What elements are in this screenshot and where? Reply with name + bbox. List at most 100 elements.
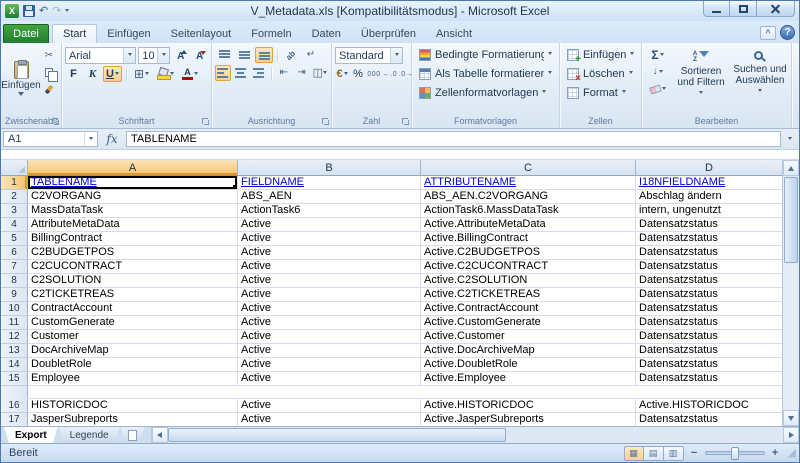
row-header-17[interactable]: 17 (1, 413, 28, 426)
cell-B1[interactable]: FIELDNAME (238, 176, 421, 190)
horizontal-scrollbar-thumb[interactable] (168, 428, 506, 442)
cut-button[interactable]: ✂ (39, 48, 59, 63)
cell-B17[interactable]: Active (238, 413, 421, 426)
vertical-scrollbar-thumb[interactable] (784, 177, 798, 263)
cell-A12[interactable]: Customer (28, 330, 238, 344)
cell-B9[interactable]: Active (238, 288, 421, 302)
cell-A3[interactable]: MassDataTask (28, 204, 238, 218)
cell-A15[interactable]: Employee (28, 372, 238, 386)
row-header-15[interactable]: 15 (1, 372, 28, 386)
row-header-8[interactable]: 8 (1, 274, 28, 288)
font-name-dropdown[interactable] (123, 48, 135, 63)
dialog-launcher-icon[interactable] (321, 117, 330, 126)
cell-D10[interactable]: Datensatzstatus (636, 302, 782, 316)
decrease-indent-button[interactable]: ⇤ (276, 65, 292, 81)
number-format-combo[interactable]: Standard (335, 47, 403, 64)
cell-A9[interactable]: C2TICKETREAS (28, 288, 238, 302)
orientation-button[interactable]: ab (282, 47, 300, 63)
cell-C2[interactable]: ABS_AEN.C2VORGANG (421, 190, 636, 204)
dialog-launcher-icon[interactable] (201, 117, 210, 126)
row-header-4[interactable]: 4 (1, 218, 28, 232)
close-button[interactable] (757, 1, 795, 17)
normal-view-button[interactable]: ▦ (624, 446, 644, 461)
row-header-11[interactable]: 11 (1, 316, 28, 330)
comma-style-button[interactable]: 000 (367, 66, 381, 82)
cell-C7[interactable]: Active.C2CUCONTRACT (421, 260, 636, 274)
tab-datei[interactable]: Datei (3, 24, 49, 43)
cell-D12[interactable]: Datensatzstatus (636, 330, 782, 344)
cell-C3[interactable]: ActionTask6.MassDataTask (421, 204, 636, 218)
tab-ueberpruefen[interactable]: Überprüfen (351, 24, 426, 43)
scroll-down-button[interactable] (783, 410, 799, 426)
merge-center-button[interactable]: ◫ (312, 65, 328, 81)
cell-D4[interactable]: Datensatzstatus (636, 218, 782, 232)
cell-D1[interactable]: I18NFIELDNAME (636, 176, 782, 190)
tab-einfuegen[interactable]: Einfügen (97, 24, 160, 43)
row-header-3[interactable]: 3 (1, 204, 28, 218)
cell-D5[interactable]: Datensatzstatus (636, 232, 782, 246)
cell-C1[interactable]: ATTRIBUTENAME (421, 176, 636, 190)
undo-icon[interactable]: ↶ (39, 5, 48, 17)
cell-C5[interactable]: Active.BillingContract (421, 232, 636, 246)
italic-button[interactable]: K (84, 66, 101, 82)
scroll-right-button[interactable] (783, 427, 799, 443)
row-header-7[interactable]: 7 (1, 260, 28, 274)
cell-D11[interactable]: Datensatzstatus (636, 316, 782, 330)
cell-D7[interactable]: Datensatzstatus (636, 260, 782, 274)
autosum-button[interactable]: Σ (645, 47, 670, 63)
cell-C11[interactable]: Active.CustomGenerate (421, 316, 636, 330)
cell-B3[interactable]: ActionTask6 (238, 204, 421, 218)
sheet-tab-export[interactable]: Export (4, 427, 58, 443)
row-header-6[interactable]: 6 (1, 246, 28, 260)
vertical-scrollbar[interactable] (782, 160, 799, 426)
cell-C17[interactable]: Active.JasperSubreports (421, 413, 636, 426)
cell-A7[interactable]: C2CUCONTRACT (28, 260, 238, 274)
column-header-c[interactable]: C (421, 160, 636, 176)
cell-C12[interactable]: Active.Customer (421, 330, 636, 344)
format-painter-button[interactable] (39, 82, 59, 97)
cell-C8[interactable]: Active.C2SOLUTION (421, 274, 636, 288)
cell-B10[interactable]: Active (238, 302, 421, 316)
name-box-dropdown[interactable] (84, 132, 97, 146)
zoom-slider-thumb[interactable] (731, 447, 739, 460)
accounting-format-button[interactable]: € (335, 66, 349, 82)
scroll-left-button[interactable] (152, 427, 168, 443)
delete-cells-button[interactable]: Löschen (563, 64, 638, 83)
cell-C4[interactable]: Active.AttributeMetaData (421, 218, 636, 232)
cell-D16[interactable]: Active.HISTORICDOC (636, 399, 782, 413)
cell-B8[interactable]: Active (238, 274, 421, 288)
decrease-decimal-button[interactable]: .0→ (399, 66, 413, 82)
row-header-16[interactable]: 16 (1, 399, 28, 413)
cell-A16[interactable]: HISTORICDOC (28, 399, 238, 413)
cell-B2[interactable]: ABS_AEN (238, 190, 421, 204)
cell-D2[interactable]: Abschlag ändern (636, 190, 782, 204)
percent-style-button[interactable]: % (351, 66, 365, 82)
cell-A4[interactable]: AttributeMetaData (28, 218, 238, 232)
cell-C6[interactable]: Active.C2BUDGETPOS (421, 246, 636, 260)
align-center-button[interactable] (233, 65, 249, 81)
increase-decimal-button[interactable]: ←.0 (383, 66, 397, 82)
tab-seitenlayout[interactable]: Seitenlayout (161, 24, 242, 43)
cell-D8[interactable]: Datensatzstatus (636, 274, 782, 288)
formula-input[interactable]: TABLENAME (126, 131, 781, 147)
align-top-button[interactable] (215, 47, 233, 63)
cell-A13[interactable]: DocArchiveMap (28, 344, 238, 358)
help-icon[interactable]: ? (780, 25, 795, 40)
tab-daten[interactable]: Daten (302, 24, 351, 43)
excel-app-icon[interactable] (5, 4, 19, 18)
cell-C13[interactable]: Active.DocArchiveMap (421, 344, 636, 358)
row-header-12[interactable]: 12 (1, 330, 28, 344)
sort-filter-button[interactable]: AZ Sortieren und Filtern (673, 45, 729, 115)
cell-C16[interactable]: Active.HISTORICDOC (421, 399, 636, 413)
cell-A11[interactable]: CustomGenerate (28, 316, 238, 330)
cell-A6[interactable]: C2BUDGETPOS (28, 246, 238, 260)
font-name-combo[interactable]: Arial (65, 47, 136, 64)
cell-D13[interactable]: Datensatzstatus (636, 344, 782, 358)
cell-D17[interactable]: Datensatzstatus (636, 413, 782, 426)
shrink-font-button[interactable]: A (191, 48, 208, 64)
row-header-9[interactable]: 9 (1, 288, 28, 302)
font-color-button[interactable]: A (179, 66, 201, 82)
column-header-d[interactable]: D (636, 160, 782, 176)
cell-B7[interactable]: Active (238, 260, 421, 274)
horizontal-scrollbar[interactable] (151, 427, 799, 443)
